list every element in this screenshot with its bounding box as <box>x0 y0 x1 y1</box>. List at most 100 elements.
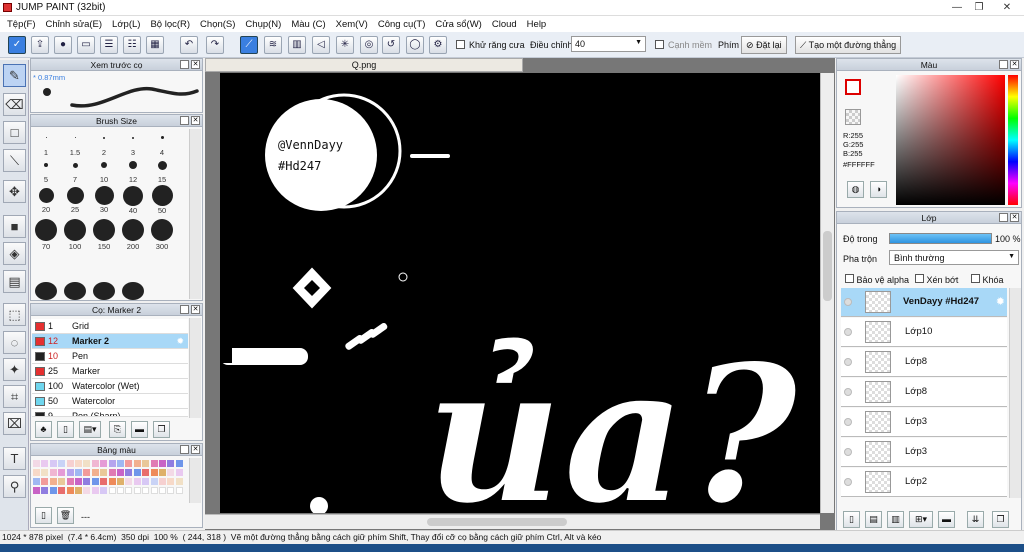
palette-swatch[interactable] <box>100 460 108 467</box>
palette-swatch[interactable] <box>91 478 99 485</box>
palette-swatch[interactable] <box>108 478 116 485</box>
palette-swatch[interactable] <box>75 487 82 494</box>
palette-swatch[interactable] <box>33 469 40 476</box>
grid-icon[interactable]: ▥ <box>288 36 306 54</box>
folder-icon[interactable]: ▬ <box>938 511 955 528</box>
settings-ruler-icon[interactable]: ⚙ <box>429 36 447 54</box>
palette-swatch[interactable] <box>91 460 99 467</box>
ruler-line-icon[interactable]: ⟋ <box>240 36 258 54</box>
brush-item[interactable]: 9 Pen (Sharp) <box>32 409 188 417</box>
new-text-layer-icon[interactable]: ▥ <box>887 511 904 528</box>
eraser-icon[interactable]: ⌫ <box>3 93 26 116</box>
text-icon[interactable]: T <box>3 447 26 470</box>
size-scrollbar[interactable] <box>189 129 201 299</box>
panel-close-icon[interactable]: ✕ <box>191 305 200 314</box>
palette-swatch[interactable] <box>66 460 74 467</box>
maximize-icon[interactable]: ❐ <box>968 0 990 15</box>
palette-swatch[interactable] <box>133 478 141 485</box>
palette-swatch[interactable] <box>125 460 133 467</box>
comment-icon[interactable]: ● <box>54 36 72 54</box>
ruler-parallel-icon[interactable]: ≋ <box>264 36 282 54</box>
palette-swatch[interactable] <box>33 478 40 485</box>
menu-select[interactable]: Chọn(S) <box>195 19 240 30</box>
palette-swatch[interactable] <box>41 460 49 467</box>
ellipse-icon[interactable]: ◯ <box>406 36 424 54</box>
palette-swatch[interactable] <box>108 469 116 476</box>
protect-alpha-checkbox[interactable] <box>845 274 854 283</box>
adjust-combo[interactable]: 40 ▼ <box>571 36 646 52</box>
palette-swatch[interactable] <box>41 478 49 485</box>
reset-button[interactable]: ⊘ Đặt lại <box>741 36 787 54</box>
palette-scrollbar[interactable] <box>189 458 201 503</box>
palette-swatch[interactable] <box>91 487 99 494</box>
size-cell[interactable]: 2 <box>89 129 119 157</box>
palette-swatch[interactable] <box>133 487 141 494</box>
visibility-icon[interactable] <box>844 328 852 336</box>
select-rect-icon[interactable]: ⬚ <box>3 303 26 326</box>
opacity-slider[interactable] <box>889 233 992 244</box>
size-cell[interactable]: 3 <box>118 129 148 157</box>
gradient-icon[interactable]: ▤ <box>3 270 26 293</box>
palette-swatch[interactable] <box>83 469 91 476</box>
visibility-icon[interactable] <box>844 358 852 366</box>
line-tool-icon[interactable]: ⟍ <box>3 149 26 172</box>
size-cell[interactable]: 30 <box>89 185 119 215</box>
brush-icon[interactable]: ✎ <box>3 64 26 87</box>
palette-swatch[interactable] <box>150 460 158 467</box>
foreground-color-swatch[interactable] <box>845 79 861 95</box>
undock-icon[interactable] <box>180 60 189 69</box>
palette-swatch[interactable] <box>75 469 82 476</box>
palette-swatch[interactable] <box>175 487 183 494</box>
size-cell[interactable]: 12 <box>118 157 148 185</box>
palette-swatch[interactable] <box>33 460 40 467</box>
palette-swatch[interactable] <box>83 460 91 467</box>
size-cell[interactable]: 15 <box>147 157 177 185</box>
palette-swatch[interactable] <box>167 478 175 485</box>
merge-icon[interactable]: ⇊ <box>967 511 984 528</box>
palette-grid[interactable] <box>33 460 185 500</box>
duplicate-icon[interactable]: ❐ <box>153 421 170 438</box>
palette-swatch[interactable] <box>49 469 57 476</box>
palette-swatch[interactable] <box>108 487 116 494</box>
menu-tools[interactable]: Công cụ(T) <box>373 19 431 30</box>
palette-swatch[interactable] <box>66 469 74 476</box>
palette-swatch[interactable] <box>125 469 133 476</box>
palette-swatch[interactable] <box>100 487 108 494</box>
palette-swatch[interactable] <box>142 469 150 476</box>
minimize-icon[interactable]: — <box>946 0 968 15</box>
size-cell[interactable]: 10 <box>89 157 119 185</box>
palette-swatch[interactable] <box>58 469 66 476</box>
palette-swatch[interactable] <box>142 478 150 485</box>
size-cell[interactable]: 100 <box>60 219 90 251</box>
palette-swatch[interactable] <box>159 469 166 476</box>
palette-swatch[interactable] <box>150 487 158 494</box>
page-menu-icon[interactable]: ▤▾ <box>79 421 101 438</box>
size-cell[interactable]: 25 <box>60 185 90 215</box>
menu-view[interactable]: Xem(V) <box>331 19 373 30</box>
panel-close-icon[interactable]: ✕ <box>191 60 200 69</box>
undock-icon[interactable] <box>180 116 189 125</box>
palette-swatch[interactable] <box>49 460 57 467</box>
palette-swatch[interactable] <box>175 478 183 485</box>
visibility-icon[interactable] <box>844 418 852 426</box>
gear-icon[interactable]: ✹ <box>996 295 1005 308</box>
color-picker-icon[interactable]: ◑ <box>870 181 887 198</box>
palette-swatch[interactable] <box>133 469 141 476</box>
layer-menu-icon[interactable]: ⊞▾ <box>909 511 933 528</box>
palette-swatch[interactable] <box>41 487 49 494</box>
menu-edit[interactable]: Chỉnh sửa(E) <box>41 19 108 30</box>
palette-icon[interactable]: ◍ <box>847 181 864 198</box>
palette-swatch[interactable] <box>159 487 166 494</box>
menu-filter[interactable]: Bộ lọc(R) <box>145 19 195 30</box>
duplicate-layer-icon[interactable]: ❐ <box>992 511 1009 528</box>
share-icon[interactable]: ⇪ <box>31 36 49 54</box>
layer-row[interactable]: Lớp3 <box>841 408 1007 437</box>
palette-swatch[interactable] <box>175 469 183 476</box>
chat-icon[interactable]: ▭ <box>77 36 95 54</box>
copy-icon[interactable]: ⎘ <box>109 421 126 438</box>
palette-swatch[interactable] <box>117 469 124 476</box>
brush-item[interactable]: 12 Marker 2 ✹ <box>32 334 188 349</box>
layout-icon[interactable]: ▦ <box>146 36 164 54</box>
palette-swatch[interactable] <box>66 487 74 494</box>
palette-swatch[interactable] <box>108 460 116 467</box>
